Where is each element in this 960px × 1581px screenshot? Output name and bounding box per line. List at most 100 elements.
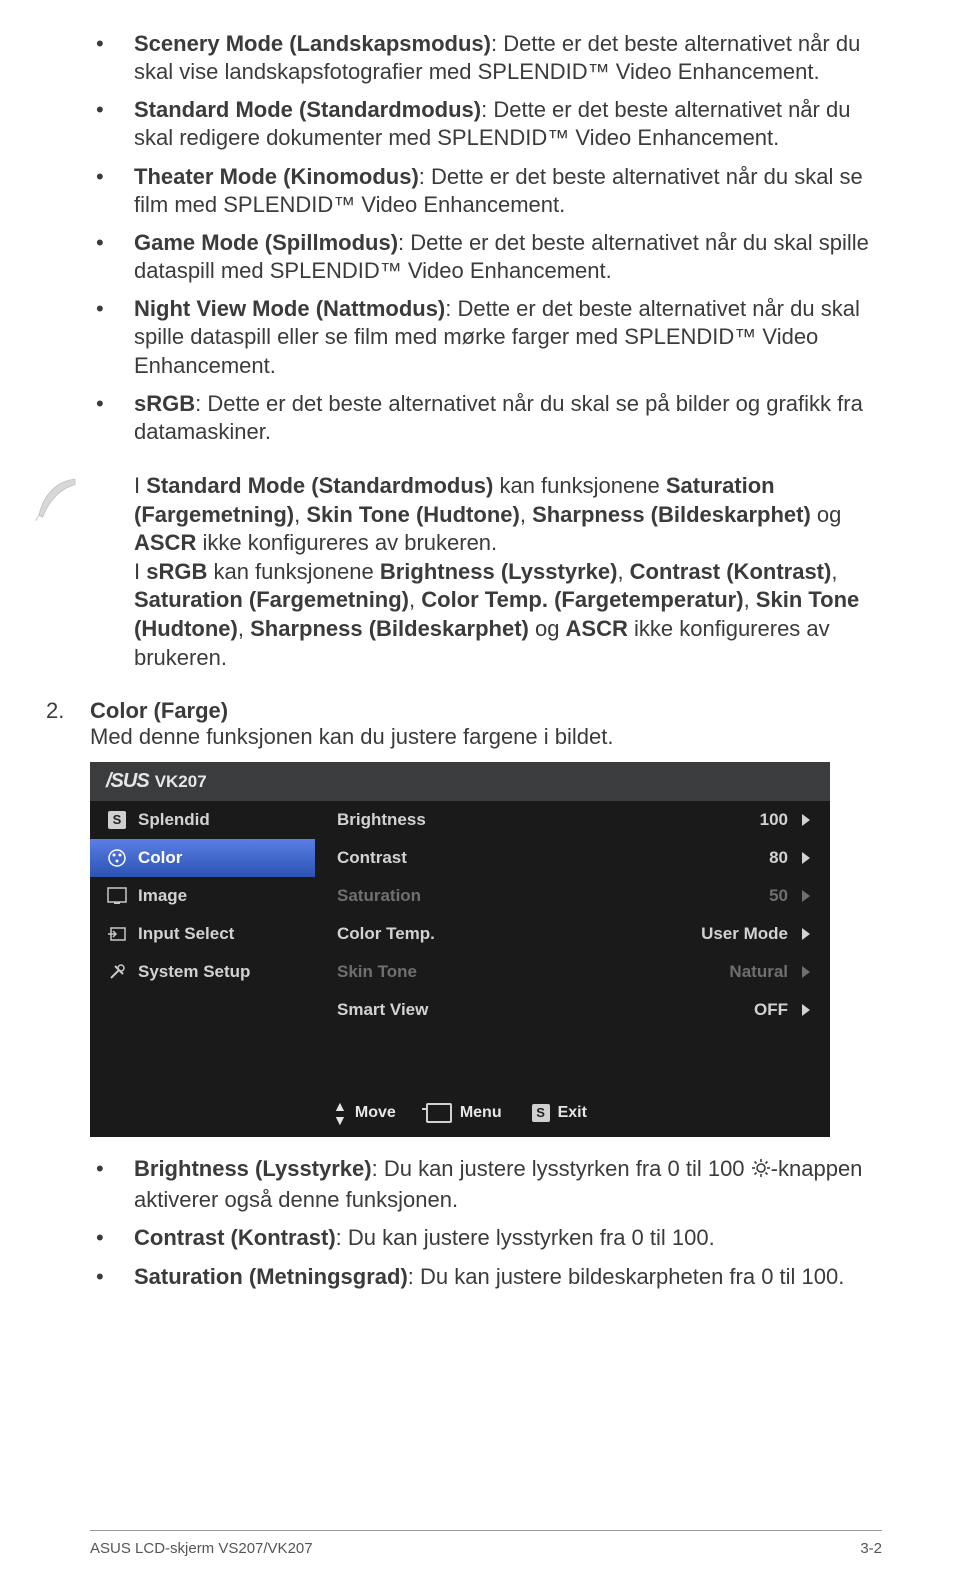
image-icon [104,887,130,905]
osd-row-colortemp[interactable]: Color Temp.User Mode [315,915,830,953]
footer-right: 3-2 [860,1540,882,1557]
palette-icon [104,848,130,868]
osd-category-splendid[interactable]: S Splendid [90,801,315,839]
hint-label: Exit [558,1104,587,1122]
row-label: Brightness [337,810,426,830]
t: , [238,616,250,641]
item-desc: : Du kan justere bildeskarpheten fra 0 t… [408,1264,845,1289]
note-block: I Standard Mode (Standardmodus) kan funk… [90,472,882,672]
section-number: 2. [46,698,90,724]
osd-row-brightness[interactable]: Brightness 100 [315,801,830,839]
cat-label: Input Select [138,924,234,944]
s-icon: S [532,1104,550,1122]
t: , [409,587,421,612]
mode-list: Scenery Mode (Landskapsmodus) : Dette er … [90,30,882,446]
t: kan funksjonene [493,473,665,498]
t: , [744,587,756,612]
footer-left: ASUS LCD-skjerm VS207/VK207 [90,1540,313,1557]
t: Color Temp. (Fargetemperatur) [421,587,743,612]
osd-category-color[interactable]: Color [90,839,315,877]
section-title: Color (Farge) [90,698,882,724]
row-label: Skin Tone [337,962,417,982]
osd-category-image[interactable]: Image [90,877,315,915]
footer-rule [90,1530,882,1531]
item-title: Brightness (Lysstyrke) [134,1156,372,1181]
hint-label: Menu [460,1104,502,1122]
tools-icon [104,962,130,982]
list-item: Contrast (Kontrast): Du kan justere lyss… [90,1224,882,1253]
t: Saturation (Fargemetning) [134,587,409,612]
osd-panel: /SUS VK207 SSplendid Color Image Input S… [90,762,830,1137]
osd-hint-menu: Menu [426,1103,502,1123]
cat-label: Color [138,848,182,868]
list-item: sRGB: Dette er det beste alternativet nå… [90,390,882,446]
asus-logo-icon: /SUS [106,770,149,793]
mode-title: Theater Mode (Kinomodus) [134,164,419,189]
osd-row-smartview[interactable]: Smart View OFF [315,991,830,1029]
chevron-right-icon [802,890,810,902]
osd-row-contrast[interactable]: Contrast80 [315,839,830,877]
mode-title: Game Mode (Spillmodus) [134,230,398,255]
t: Sharpness (Bildeskarphet) [250,616,529,641]
cat-label: System Setup [138,962,250,982]
mode-title: Scenery Mode (Landskapsmodus) [134,31,491,56]
mode-title: Night View Mode (Nattmodus) [134,296,445,321]
list-item: Standard Mode (Standardmodus): Dette er … [90,96,882,152]
osd-row-saturation: Saturation50 [315,877,830,915]
osd-hint-exit: S Exit [532,1104,587,1122]
row-value: 100 [760,810,788,830]
t: Standard Mode (Standardmodus) [146,473,493,498]
item-title: Contrast (Kontrast) [134,1225,336,1250]
s-icon: S [104,811,130,829]
note-text: I Standard Mode (Standardmodus) kan funk… [90,472,882,672]
list-item: Saturation (Metningsgrad): Du kan juster… [90,1263,882,1292]
updown-icon: ▲▼ [333,1099,347,1127]
list-item: Game Mode (Spillmodus): Dette er det bes… [90,229,882,285]
osd-hint-move: ▲▼ Move [333,1099,396,1127]
t: Sharpness (Bildeskarphet) [532,502,811,527]
input-icon [104,925,130,943]
hint-label: Move [355,1104,396,1122]
list-item: Brightness (Lysstyrke): Du kan justere l… [90,1155,882,1214]
section-desc: Med denne funksjonen kan du justere farg… [90,724,882,750]
chevron-right-icon [802,852,810,864]
t: Skin Tone (Hudtone) [306,502,519,527]
t: Brightness (Lysstyrke) [380,559,618,584]
t: , [294,502,306,527]
t: , [831,559,837,584]
osd-settings-list: Brightness 100 Contrast80 Saturation50 Co… [315,801,830,1029]
mode-title: sRGB [134,391,195,416]
osd-category-input[interactable]: Input Select [90,915,315,953]
osd-category-system[interactable]: System Setup [90,953,315,991]
row-value: 80 [769,848,788,868]
row-value: 50 [769,886,788,906]
item-desc: : Du kan justere lysstyrken fra 0 til 10… [372,1156,751,1181]
chevron-right-icon [802,814,810,826]
t: Contrast (Kontrast) [630,559,832,584]
page-footer: ASUS LCD-skjerm VS207/VK207 3-2 [90,1540,882,1557]
row-label: Smart View [337,1000,428,1020]
row-value: OFF [754,1000,788,1020]
feather-icon [30,472,90,531]
osd-category-list: S Splendid Color Image Input Select Syste… [90,801,315,1029]
chevron-right-icon [802,1004,810,1016]
t: kan funksjonene [207,559,379,584]
mode-desc: : Dette er det beste alternativet når du… [134,391,863,444]
t: , [617,559,629,584]
t: og [529,616,566,641]
osd-footer: ▲▼ Move Menu S Exit [90,1089,830,1137]
menu-icon [426,1103,452,1123]
sun-icon [751,1157,771,1186]
item-desc: : Du kan justere lysstyrken fra 0 til 10… [336,1225,715,1250]
cat-label: Splendid [138,810,210,830]
list-item: Night View Mode (Nattmodus): Dette er de… [90,295,882,379]
item-title: Saturation (Metningsgrad) [134,1264,408,1289]
t: I [134,473,146,498]
chevron-right-icon [802,966,810,978]
t: og [811,502,842,527]
chevron-right-icon [802,928,810,940]
t: , [520,502,532,527]
mode-title: Standard Mode (Standardmodus) [134,97,481,122]
t: ikke konfigureres av brukeren. [196,530,497,555]
row-label: Color Temp. [337,924,435,944]
